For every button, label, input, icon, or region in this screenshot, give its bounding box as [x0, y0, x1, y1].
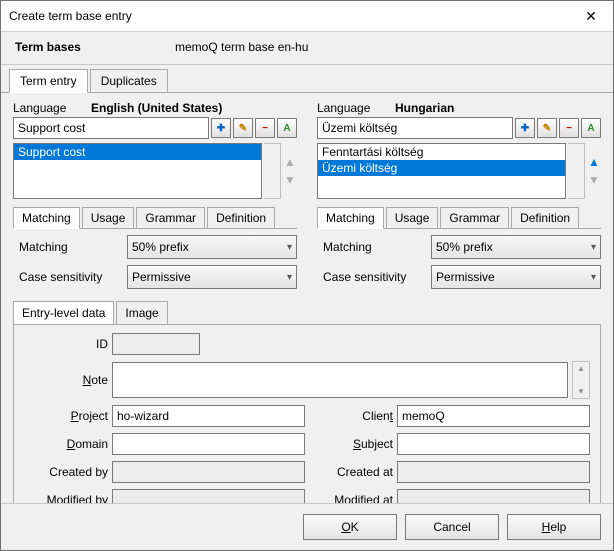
- move-down-icon[interactable]: ▼: [284, 173, 296, 187]
- term-options-icon[interactable]: A: [277, 118, 297, 138]
- id-label: ID: [24, 337, 108, 351]
- modifiedby-field: [112, 489, 305, 503]
- matching-select[interactable]: 50% prefix▾: [431, 235, 601, 259]
- chevron-down-icon: ▾: [591, 242, 596, 253]
- main-tabbar: Term entry Duplicates: [1, 65, 613, 93]
- term-input-target[interactable]: [317, 117, 513, 139]
- itab-grammar[interactable]: Grammar: [440, 207, 509, 229]
- createdby-label: Created by: [24, 465, 108, 479]
- matching-label: Matching: [13, 240, 121, 254]
- header-value: memoQ term base en-hu: [175, 40, 308, 54]
- help-button[interactable]: Help: [507, 514, 601, 540]
- delete-term-icon[interactable]: −: [559, 118, 579, 138]
- itab-grammar[interactable]: Grammar: [136, 207, 205, 229]
- createdby-field: [112, 461, 305, 483]
- tab-entry-level-data[interactable]: Entry-level data: [13, 301, 114, 324]
- inner-tabs-target: Matching Usage Grammar Definition: [317, 207, 601, 229]
- language-label: Language: [13, 101, 83, 115]
- case-label: Case sensitivity: [317, 270, 425, 284]
- chevron-down-icon: ▾: [591, 272, 596, 283]
- titlebar: Create term base entry ✕: [1, 1, 613, 32]
- delete-term-icon[interactable]: −: [255, 118, 275, 138]
- chevron-down-icon: ▾: [287, 272, 292, 283]
- move-down-icon[interactable]: ▼: [588, 173, 600, 187]
- header: Term bases memoQ term base en-hu: [1, 32, 613, 65]
- case-select[interactable]: Permissive▾: [127, 265, 297, 289]
- add-term-icon[interactable]: ✚: [515, 118, 535, 138]
- close-icon[interactable]: ✕: [571, 5, 611, 27]
- list-item[interactable]: Support cost: [14, 144, 261, 160]
- case-label: Case sensitivity: [13, 270, 121, 284]
- subject-field[interactable]: [397, 433, 590, 455]
- note-field[interactable]: [112, 362, 568, 398]
- id-field: [112, 333, 200, 355]
- scrollbar[interactable]: [264, 143, 281, 199]
- term-input-source[interactable]: [13, 117, 209, 139]
- term-list-target[interactable]: Fenntartási költség Üzemi költség: [317, 143, 566, 199]
- matching-label: Matching: [317, 240, 425, 254]
- itab-usage[interactable]: Usage: [386, 207, 439, 229]
- language-columns: Language English (United States) ✚ ✎ − A…: [13, 101, 601, 289]
- edit-term-icon[interactable]: ✎: [537, 118, 557, 138]
- lang-col-source: Language English (United States) ✚ ✎ − A…: [13, 101, 297, 289]
- header-label: Term bases: [15, 40, 165, 54]
- term-list-source[interactable]: Support cost: [13, 143, 262, 199]
- chevron-down-icon: ▾: [287, 242, 292, 253]
- language-name: English (United States): [91, 101, 297, 115]
- subject-label: Subject: [309, 437, 393, 451]
- modifiedby-label: Modified by: [24, 493, 108, 503]
- note-label: Note: [24, 373, 108, 387]
- createdat-field: [397, 461, 590, 483]
- scrollbar[interactable]: ▴▾: [572, 361, 590, 399]
- client-field[interactable]: [397, 405, 590, 427]
- content: Language English (United States) ✚ ✎ − A…: [1, 93, 613, 503]
- tab-duplicates[interactable]: Duplicates: [90, 69, 168, 93]
- createdat-label: Created at: [309, 465, 393, 479]
- modifiedat-field: [397, 489, 590, 503]
- move-up-icon[interactable]: ▲: [588, 155, 600, 169]
- ok-button[interactable]: OK: [303, 514, 397, 540]
- dialog-create-term-base-entry: Create term base entry ✕ Term bases memo…: [0, 0, 614, 551]
- list-item[interactable]: Üzemi költség: [318, 160, 565, 176]
- term-options-icon[interactable]: A: [581, 118, 601, 138]
- language-name: Hungarian: [395, 101, 601, 115]
- inner-tabs-source: Matching Usage Grammar Definition: [13, 207, 297, 229]
- project-field[interactable]: [112, 405, 305, 427]
- domain-label: Domain: [24, 437, 108, 451]
- scrollbar[interactable]: [568, 143, 585, 199]
- tab-term-entry[interactable]: Term entry: [9, 69, 88, 93]
- lang-col-target: Language Hungarian ✚ ✎ − A Fenntartási k…: [317, 101, 601, 289]
- itab-definition[interactable]: Definition: [207, 207, 275, 229]
- tab-image[interactable]: Image: [116, 301, 167, 324]
- footer: OK Cancel Help: [1, 503, 613, 550]
- language-label: Language: [317, 101, 387, 115]
- matching-select[interactable]: 50% prefix▾: [127, 235, 297, 259]
- cancel-button[interactable]: Cancel: [405, 514, 499, 540]
- entry-level-section: Entry-level data Image ID Note ▴▾ Projec…: [13, 301, 601, 503]
- list-item[interactable]: Fenntartási költség: [318, 144, 565, 160]
- itab-matching[interactable]: Matching: [13, 207, 80, 229]
- edit-term-icon[interactable]: ✎: [233, 118, 253, 138]
- client-label: Client: [309, 409, 393, 423]
- project-label: Project: [24, 409, 108, 423]
- itab-usage[interactable]: Usage: [82, 207, 135, 229]
- domain-field[interactable]: [112, 433, 305, 455]
- add-term-icon[interactable]: ✚: [211, 118, 231, 138]
- itab-definition[interactable]: Definition: [511, 207, 579, 229]
- move-up-icon[interactable]: ▲: [284, 155, 296, 169]
- itab-matching[interactable]: Matching: [317, 207, 384, 229]
- window-title: Create term base entry: [9, 9, 571, 23]
- case-select[interactable]: Permissive▾: [431, 265, 601, 289]
- modifiedat-label: Modified at: [309, 493, 393, 503]
